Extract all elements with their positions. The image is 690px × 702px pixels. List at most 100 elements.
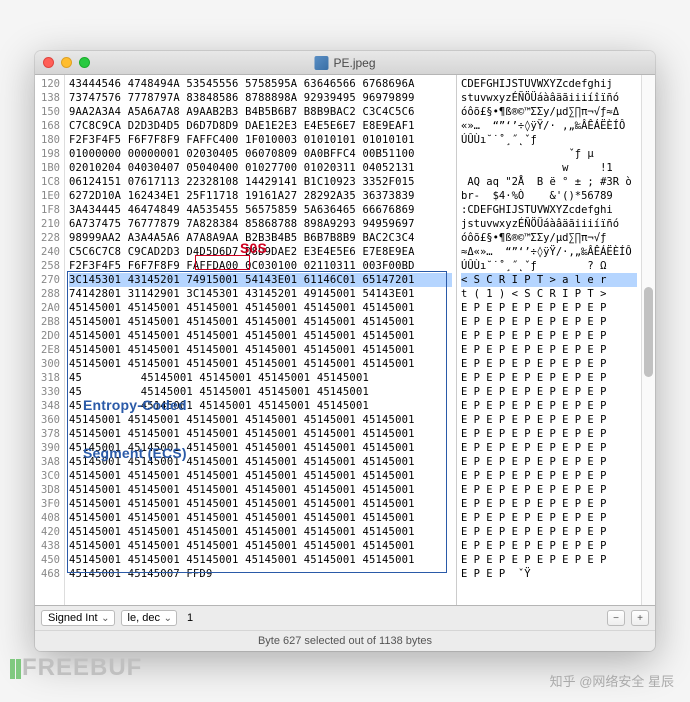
hex-view[interactable]: 1201381501681801981B01C81E01F82102282402…: [35, 75, 655, 605]
ascii-row[interactable]: óôõ£§•¶ß®©™ΣΣy/µd∑∏π¬√ƒ: [461, 231, 637, 245]
ascii-row[interactable]: E P E P E P E P E P E P: [461, 427, 637, 441]
minus-button[interactable]: −: [607, 610, 625, 626]
ascii-row[interactable]: E P E P E P E P E P E P: [461, 539, 637, 553]
ascii-row[interactable]: E P E P E P E P E P E P: [461, 511, 637, 525]
ascii-row[interactable]: E P E P E P E P E P E P: [461, 371, 637, 385]
hex-row[interactable]: 45145001 45145001 45145001 45145001 4514…: [69, 441, 452, 455]
hex-row[interactable]: 45145001 45145001 45145001 45145001 4514…: [69, 301, 452, 315]
offset-value: 300: [39, 357, 62, 371]
ascii-row[interactable]: stuvwxyzÉÑÖÜáàâäãiiiíîïñó: [461, 91, 637, 105]
hex-row[interactable]: C5C6C7C8 C9CAD2D3 D4D5D6D7 D8D9DAE2 E3E4…: [69, 245, 452, 259]
vertical-scrollbar[interactable]: [641, 75, 655, 605]
hex-row[interactable]: 06124151 07617113 22328108 14429141 B1C1…: [69, 175, 452, 189]
ascii-row[interactable]: E P E P ˇŸ: [461, 567, 637, 581]
ascii-row[interactable]: ≈Δ«»… “”‘’÷◊ÿŸ/·‚„‰ÂÊÁËÈÍÔ: [461, 245, 637, 259]
ascii-row[interactable]: :CDEFGHIJSTUVWXYZcdefghi: [461, 203, 637, 217]
value-field[interactable]: 1: [183, 612, 193, 624]
hex-data-column[interactable]: 43444546 4748494A 53545556 5758595A 6364…: [65, 75, 456, 605]
offset-value: 210: [39, 217, 62, 231]
offset-value: 1E0: [39, 189, 62, 203]
hex-row[interactable]: 6A737475 76777879 7A828384 85868788 898A…: [69, 217, 452, 231]
ascii-row[interactable]: E P E P E P E P E P E P: [461, 441, 637, 455]
ascii-row[interactable]: E P E P E P E P E P E P: [461, 301, 637, 315]
hex-row[interactable]: 98999AA2 A3A4A5A6 A7A8A9AA B2B3B4B5 B6B7…: [69, 231, 452, 245]
ascii-row[interactable]: < S C R I P T > a l e r: [461, 273, 637, 287]
ascii-row[interactable]: E P E P E P E P E P E P: [461, 525, 637, 539]
ascii-row[interactable]: t ( 1 ) < S C R I P T >: [461, 287, 637, 301]
hex-row[interactable]: 45145001 45145001 45145001 45145001 4514…: [69, 427, 452, 441]
minimize-button[interactable]: [61, 57, 72, 68]
hex-row[interactable]: 45145001 45145001 45145001 45145001 4514…: [69, 455, 452, 469]
hex-row[interactable]: 45145001 45145001 45145001 45145001 4514…: [69, 539, 452, 553]
ascii-row[interactable]: «»… “”‘’÷◊ÿŸ/· ‚„‰ÂÊÁËÈÍÔ: [461, 119, 637, 133]
offset-value: 1B0: [39, 161, 62, 175]
hex-row[interactable]: 45145001 45145001 45145001 45145001 4514…: [69, 315, 452, 329]
hex-row[interactable]: 3A434445 46474849 4A535455 56575859 5A63…: [69, 203, 452, 217]
footer: Signed Int le, dec 1 − + Byte 627 select…: [35, 605, 655, 651]
ascii-row[interactable]: ÚÛÙı˘˙˚¸˝˛ˇƒ: [461, 133, 637, 147]
ascii-row[interactable]: E P E P E P E P E P E P: [461, 497, 637, 511]
ascii-row[interactable]: br- $4·%Ò &'()*56789: [461, 189, 637, 203]
offset-value: 150: [39, 105, 62, 119]
ascii-row[interactable]: jstuvwxyzÉÑÖÜáàâäãiiiíïñó: [461, 217, 637, 231]
ascii-row[interactable]: E P E P E P E P E P E P: [461, 357, 637, 371]
hex-row[interactable]: 45145001 45145001 45145001 45145001 4514…: [69, 469, 452, 483]
hex-row[interactable]: 43444546 4748494A 53545556 5758595A 6364…: [69, 77, 452, 91]
ascii-row[interactable]: w !1: [461, 161, 637, 175]
hex-row[interactable]: 45 45145001 45145001 45145001 45145001: [69, 385, 452, 399]
ascii-row[interactable]: E P E P E P E P E P E P: [461, 483, 637, 497]
offset-value: 390: [39, 441, 62, 455]
hex-row[interactable]: C7C8C9CA D2D3D4D5 D6D7D8D9 DAE1E2E3 E4E5…: [69, 119, 452, 133]
hex-row[interactable]: 45145001 45145001 45145001 45145001 4514…: [69, 497, 452, 511]
hex-row[interactable]: 02010204 04030407 05040400 01027700 0102…: [69, 161, 452, 175]
plus-button[interactable]: +: [631, 610, 649, 626]
ascii-row[interactable]: ˇƒ µ: [461, 147, 637, 161]
ascii-row[interactable]: AQ aq "2Å B ë ° ± ; #3R ò: [461, 175, 637, 189]
hex-row[interactable]: 45145001 45145001 45145001 45145001 4514…: [69, 483, 452, 497]
hex-row[interactable]: 45145001 45145001 45145001 45145001 4514…: [69, 357, 452, 371]
endian-select[interactable]: le, dec: [121, 610, 177, 626]
offset-value: 120: [39, 77, 62, 91]
ascii-row[interactable]: E P E P E P E P E P E P: [461, 413, 637, 427]
hex-row[interactable]: 01000000 00000001 02030405 06070809 0A0B…: [69, 147, 452, 161]
ascii-row[interactable]: E P E P E P E P E P E P: [461, 329, 637, 343]
hex-row[interactable]: F2F3F4F5 F6F7F8F9 FAFFC400 1F010003 0101…: [69, 133, 452, 147]
ascii-row[interactable]: E P E P E P E P E P E P: [461, 399, 637, 413]
offset-column: 1201381501681801981B01C81E01F82102282402…: [35, 75, 65, 605]
hex-row[interactable]: 45145001 45145001 45145001 45145001 4514…: [69, 343, 452, 357]
ascii-row[interactable]: E P E P E P E P E P E P: [461, 469, 637, 483]
hex-row[interactable]: 9AA2A3A4 A5A6A7A8 A9AAB2B3 B4B5B6B7 B8B9…: [69, 105, 452, 119]
ascii-row[interactable]: E P E P E P E P E P E P: [461, 315, 637, 329]
hex-row[interactable]: 45145001 45145001 45145001 45145001 4514…: [69, 329, 452, 343]
ascii-row[interactable]: E P E P E P E P E P E P: [461, 343, 637, 357]
hex-row[interactable]: 45145001 45145007 FFD9: [69, 567, 452, 581]
scrollbar-thumb[interactable]: [644, 287, 653, 377]
hex-row[interactable]: 45145001 45145001 45145001 45145001 4514…: [69, 553, 452, 567]
hex-row[interactable]: 74142801 31142901 3C145301 43145201 4914…: [69, 287, 452, 301]
hex-row[interactable]: 6272D10A 162434E1 25F11718 19161A27 2829…: [69, 189, 452, 203]
titlebar[interactable]: PE.jpeg: [35, 51, 655, 75]
type-select[interactable]: Signed Int: [41, 610, 115, 626]
offset-value: 198: [39, 147, 62, 161]
ascii-row[interactable]: ÚÛÙı˘˙˚¸˝˛ˇƒ ? Ω: [461, 259, 637, 273]
hex-row[interactable]: 45 45145001 45145001 45145001 45145001: [69, 399, 452, 413]
offset-value: 3C0: [39, 469, 62, 483]
hex-row[interactable]: 3C145301 43145201 74915001 54143E01 6114…: [69, 273, 452, 287]
ascii-row[interactable]: CDEFGHIJSTUVWXYZcdefghij: [461, 77, 637, 91]
offset-value: 348: [39, 399, 62, 413]
ascii-row[interactable]: E P E P E P E P E P E P: [461, 455, 637, 469]
hex-row[interactable]: 45145001 45145001 45145001 45145001 4514…: [69, 413, 452, 427]
ascii-row[interactable]: E P E P E P E P E P E P: [461, 553, 637, 567]
traffic-lights: [43, 57, 90, 68]
hex-row[interactable]: 45145001 45145001 45145001 45145001 4514…: [69, 525, 452, 539]
hex-row[interactable]: 45 45145001 45145001 45145001 45145001: [69, 371, 452, 385]
ascii-row[interactable]: óôõ£§•¶ß®©™ΣΣy/µd∑∏π¬√ƒ≈Δ: [461, 105, 637, 119]
hex-row[interactable]: 73747576 7778797A 83848586 8788898A 9293…: [69, 91, 452, 105]
close-button[interactable]: [43, 57, 54, 68]
offset-value: 180: [39, 133, 62, 147]
zoom-button[interactable]: [79, 57, 90, 68]
hex-row[interactable]: 45145001 45145001 45145001 45145001 4514…: [69, 511, 452, 525]
ascii-column[interactable]: CDEFGHIJSTUVWXYZcdefghijstuvwxyzÉÑÖÜáàâä…: [456, 75, 641, 605]
ascii-row[interactable]: E P E P E P E P E P E P: [461, 385, 637, 399]
hex-row[interactable]: F2F3F4F5 F6F7F8F9 FAFFDA00 0C030100 0211…: [69, 259, 452, 273]
